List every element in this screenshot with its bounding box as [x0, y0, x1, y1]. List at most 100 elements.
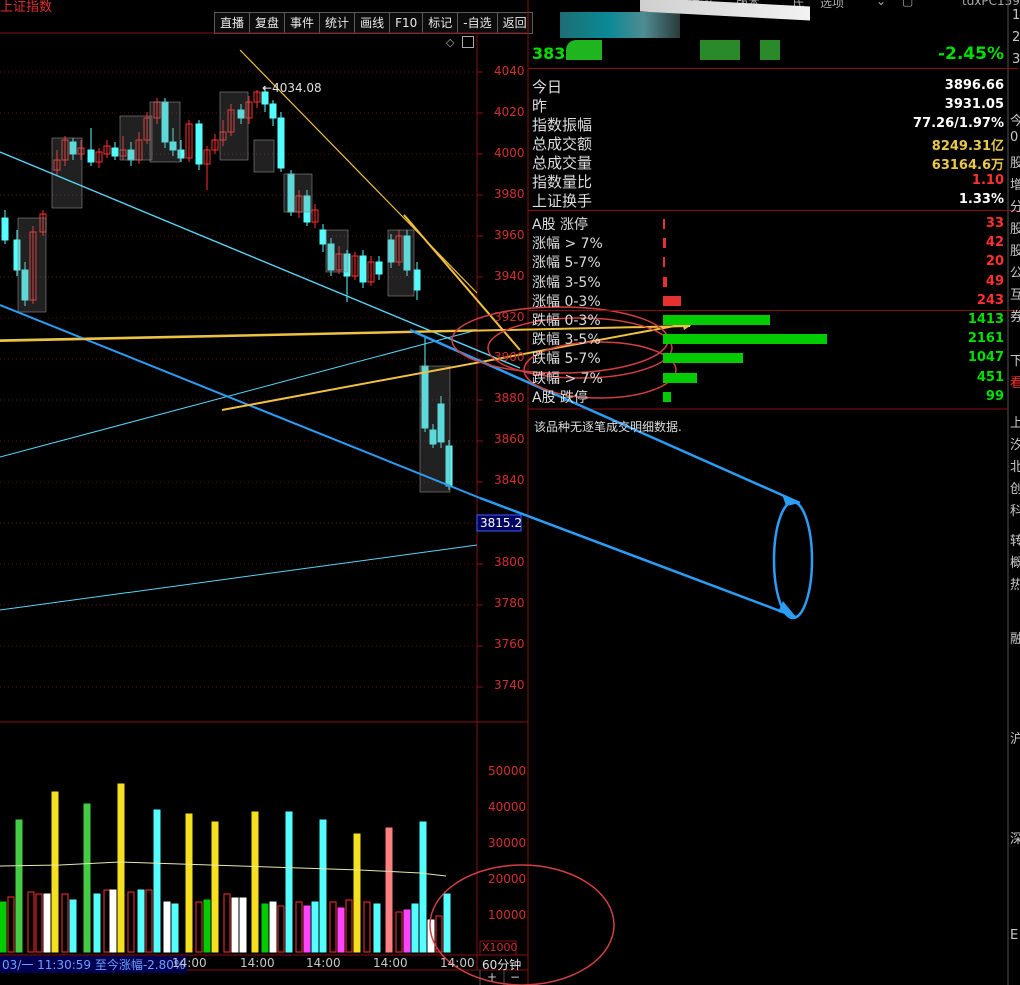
volume-bars: [0, 783, 451, 953]
right-strip-item-5[interactable]: 股: [1010, 218, 1020, 237]
distribution-bar-0: [663, 219, 665, 229]
quote-value-3: 8249.31亿: [931, 139, 1004, 154]
distribution-label-1: 涨幅 > 7%: [532, 236, 603, 253]
price-range-box: [253, 139, 275, 173]
distribution-bar-1: [663, 238, 666, 249]
candle-body: [111, 147, 119, 157]
distribution-bar-9: [663, 391, 671, 402]
right-strip-item-15[interactable]: 创: [1010, 478, 1020, 497]
time-label-3: 14:00: [306, 956, 341, 970]
price-tick-4020: 4020: [494, 105, 525, 119]
candle-body: [319, 229, 327, 245]
right-strip-item-18[interactable]: 概: [1010, 552, 1020, 571]
volume-bar: [223, 893, 231, 953]
price-tick-3920: 3920: [494, 310, 525, 324]
right-strip-item-13[interactable]: 汐: [1010, 434, 1020, 453]
distribution-value-4: 243: [976, 292, 1004, 308]
right-strip-item-21[interactable]: 沪: [1010, 728, 1020, 747]
zoom-out-button[interactable]: −: [510, 970, 520, 984]
current-price-label: 3815.2: [480, 516, 522, 530]
right-strip-item-7[interactable]: 公: [1010, 262, 1020, 281]
right-strip-item-17[interactable]: 转: [1010, 530, 1020, 549]
quote-label-4: 总成交量: [532, 154, 593, 172]
volume-bar: [239, 897, 247, 953]
volume-bar: [277, 905, 285, 953]
quote-label-0: 今日: [532, 78, 563, 96]
volume-bar: [103, 889, 111, 953]
price-range-box: [419, 365, 451, 493]
volume-bar: [295, 901, 303, 953]
distribution-value-0: 33: [985, 216, 1004, 231]
volume-bar: [269, 901, 277, 953]
quote-separator: [528, 68, 1018, 69]
distribution-value-1: 42: [985, 235, 1004, 251]
distribution-value-6: 2161: [967, 331, 1004, 347]
quote-label-1: 昨: [532, 97, 548, 115]
quote-value-2: 77.26/1.97%: [913, 116, 1004, 131]
quote-label-2: 指数振幅: [532, 116, 593, 134]
distribution-bar-7: [663, 353, 743, 364]
volume-bar: [211, 821, 219, 953]
peak-price-value: 4034.08: [272, 81, 322, 95]
right-strip-item-8[interactable]: 互: [1010, 284, 1020, 303]
stock-code-fragment: 383: [532, 44, 566, 63]
right-strip-item-16[interactable]: 科: [1010, 500, 1020, 519]
distribution-value-2: 20: [985, 254, 1004, 270]
distribution-value-3: 49: [985, 273, 1004, 289]
no-detail-message: 该品种无逐笔成交明细数据.: [534, 420, 682, 434]
right-strip-item-6[interactable]: 股: [1010, 240, 1020, 259]
edge-digit-1: 2: [1012, 30, 1020, 45]
price-range-box: [51, 137, 83, 209]
price-range-box: [283, 173, 313, 213]
edge-digit-0: 1: [1012, 8, 1020, 23]
right-strip-item-12[interactable]: 上: [1010, 412, 1020, 431]
right-strip-item-0[interactable]: 今: [1010, 110, 1020, 129]
volume-tick-50000: 50000: [488, 764, 527, 778]
volume-bar: [261, 903, 269, 953]
distribution-bar-4: [663, 295, 681, 306]
right-strip-item-20[interactable]: 融: [1010, 628, 1020, 647]
volume-bar: [303, 905, 311, 953]
distribution-label-7: 跌幅 5-7%: [532, 351, 601, 368]
candle-body: [359, 255, 367, 283]
volume-bar: [83, 803, 91, 953]
right-strip-item-9[interactable]: 券: [1010, 306, 1020, 325]
right-strip-item-1[interactable]: 0: [1010, 130, 1018, 145]
price-tick-4040: 4040: [494, 64, 525, 78]
volume-tick-30000: 30000: [488, 836, 527, 850]
volume-tick-10000: 10000: [488, 908, 527, 922]
right-strip-item-14[interactable]: 北: [1010, 456, 1020, 475]
time-label-4: 14:00: [373, 956, 408, 970]
zoom-in-button[interactable]: +: [487, 970, 497, 984]
right-strip-item-2[interactable]: 股: [1010, 152, 1020, 171]
price-tick-3960: 3960: [494, 228, 525, 242]
trendline-cyan-bottom: [0, 544, 478, 611]
volume-bar: [109, 889, 117, 953]
distribution-label-9: A股 跌停: [532, 389, 589, 406]
right-strip-item-3[interactable]: 增: [1010, 174, 1020, 193]
edge-digit-2: 3: [1012, 52, 1020, 67]
right-strip-item-23[interactable]: E: [1010, 928, 1018, 943]
quote-label-6: 上证换手: [532, 192, 593, 210]
distribution-bar-6: [663, 334, 827, 345]
right-strip-item-10[interactable]: 下: [1010, 350, 1020, 369]
volume-bar: [311, 901, 319, 953]
volume-bar: [137, 889, 145, 953]
price-range-box: [219, 91, 249, 161]
price-range-box: [149, 101, 181, 163]
price-tick-3940: 3940: [494, 269, 525, 283]
volume-bar: [0, 901, 7, 953]
distribution-label-8: 跌幅 > 7%: [532, 370, 603, 387]
volume-bar: [251, 811, 259, 953]
volume-bar: [329, 901, 337, 953]
right-strip-item-11[interactable]: 看: [1010, 372, 1020, 391]
distribution-value-5: 1413: [967, 312, 1004, 327]
right-strip-item-4[interactable]: 分: [1010, 196, 1020, 215]
price-tick-marks: [477, 71, 483, 688]
right-strip-item-19[interactable]: 热: [1010, 574, 1020, 593]
candle-body: [87, 149, 95, 163]
price-tick-3800: 3800: [494, 555, 525, 569]
distribution-bar-5: [663, 315, 770, 325]
volume-tick-20000: 20000: [488, 872, 527, 886]
right-strip-item-22[interactable]: 深: [1010, 828, 1020, 847]
